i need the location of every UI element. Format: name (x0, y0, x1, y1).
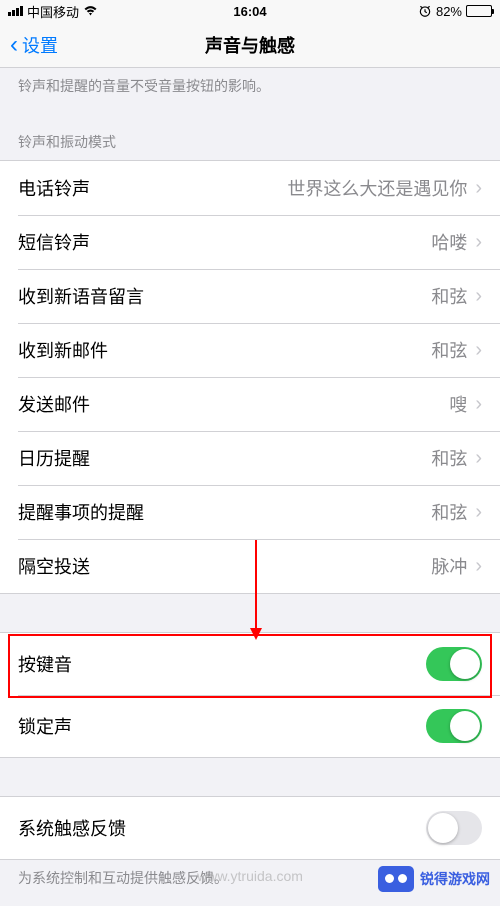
status-left: 中国移动 (8, 2, 98, 21)
watermark-url: www.ytruida.com (197, 868, 303, 884)
alarm-icon (418, 4, 432, 18)
signal-icon (8, 6, 23, 16)
cell-text-tone[interactable]: 短信铃声 哈喽› (0, 215, 500, 269)
watermark-brand: 锐得游戏网 (378, 866, 490, 892)
cell-sent-mail[interactable]: 发送邮件 嗖› (0, 377, 500, 431)
status-right: 82% (418, 4, 492, 19)
toggle-system-haptics[interactable] (426, 811, 482, 845)
battery-percent: 82% (436, 4, 462, 19)
watermark-logo-icon (378, 866, 414, 892)
cell-airdrop[interactable]: 隔空投送 脉冲› (0, 539, 500, 593)
cell-keyboard-clicks: 按键音 (0, 633, 500, 695)
cell-calendar[interactable]: 日历提醒 和弦› (0, 431, 500, 485)
cell-lock-sound: 锁定声 (0, 695, 500, 757)
chevron-right-icon: › (475, 393, 482, 416)
sounds-group: 电话铃声 世界这么大还是遇见你› 短信铃声 哈喽› 收到新语音留言 和弦› 收到… (0, 160, 500, 594)
back-label: 设置 (22, 32, 58, 58)
section-header-sounds: 铃声和振动模式 (0, 114, 500, 160)
chevron-right-icon: › (475, 231, 482, 254)
toggles-group: 按键音 锁定声 (0, 632, 500, 758)
wifi-icon (83, 5, 98, 17)
back-chevron-icon: ‹ (10, 31, 18, 59)
chevron-right-icon: › (475, 285, 482, 308)
content: 铃声和提醒的音量不受音量按钮的影响。 铃声和振动模式 电话铃声 世界这么大还是遇… (0, 68, 500, 906)
battery-icon (466, 5, 492, 17)
page-title: 声音与触感 (205, 32, 295, 58)
carrier-label: 中国移动 (27, 2, 79, 21)
status-bar: 中国移动 16:04 82% (0, 0, 500, 22)
nav-bar: ‹ 设置 声音与触感 (0, 22, 500, 68)
toggle-lock-sound[interactable] (426, 709, 482, 743)
haptics-group: 系统触感反馈 (0, 796, 500, 860)
status-time: 16:04 (233, 4, 266, 19)
toggle-keyboard-clicks[interactable] (426, 647, 482, 681)
cell-reminder[interactable]: 提醒事项的提醒 和弦› (0, 485, 500, 539)
chevron-right-icon: › (475, 501, 482, 524)
back-button[interactable]: ‹ 设置 (10, 31, 58, 59)
cell-system-haptics: 系统触感反馈 (0, 797, 500, 859)
chevron-right-icon: › (475, 555, 482, 578)
cell-ringtone[interactable]: 电话铃声 世界这么大还是遇见你› (0, 161, 500, 215)
chevron-right-icon: › (475, 447, 482, 470)
cell-new-mail[interactable]: 收到新邮件 和弦› (0, 323, 500, 377)
intro-footer: 铃声和提醒的音量不受音量按钮的影响。 (0, 68, 500, 114)
cell-voicemail[interactable]: 收到新语音留言 和弦› (0, 269, 500, 323)
chevron-right-icon: › (475, 177, 482, 200)
chevron-right-icon: › (475, 339, 482, 362)
